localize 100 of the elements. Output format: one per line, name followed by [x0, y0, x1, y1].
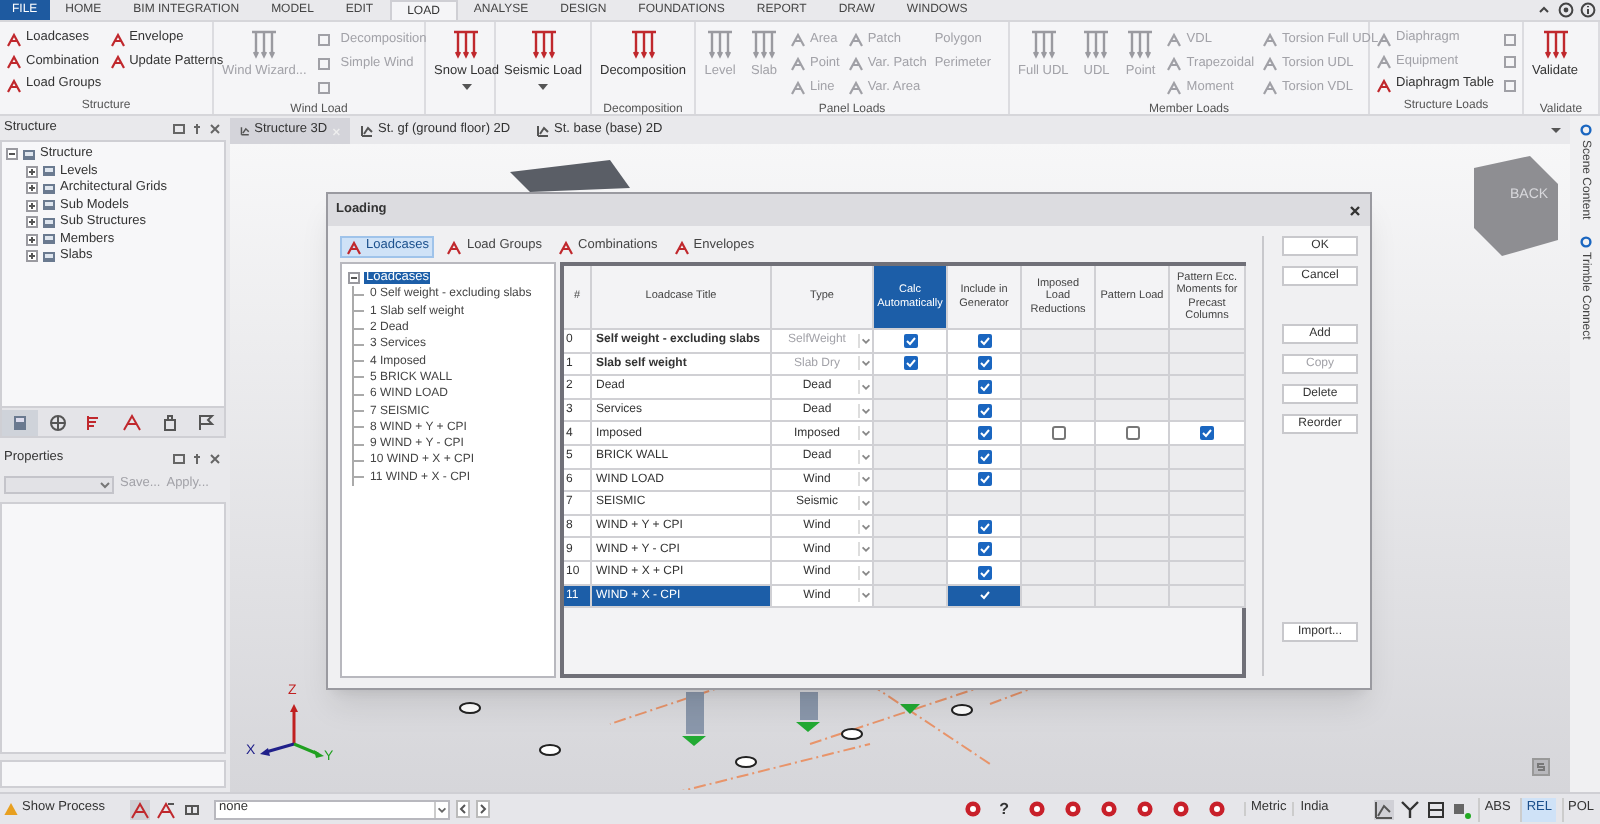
square-icon	[1502, 77, 1519, 94]
frame-icon	[558, 239, 575, 255]
next-icon[interactable]	[475, 800, 490, 818]
table-cell	[1170, 376, 1246, 400]
panel-tab[interactable]	[2, 409, 38, 435]
frame-icon	[121, 412, 142, 432]
previous-icon[interactable]	[455, 800, 470, 818]
expand-icon[interactable]	[26, 182, 38, 195]
arrows-icon	[748, 28, 780, 60]
column-drawing	[682, 692, 706, 746]
chevron-icon	[858, 403, 872, 418]
frame-icon	[847, 80, 864, 96]
chevron-icon	[433, 801, 448, 817]
arrows-icon	[527, 28, 560, 60]
building-icon	[9, 412, 30, 432]
table-cell	[1170, 353, 1246, 377]
collapse-icon[interactable]	[348, 272, 360, 285]
pin-icon[interactable]	[190, 451, 204, 465]
frame-icon	[1166, 80, 1183, 96]
column-drawing	[796, 692, 820, 732]
restore-icon[interactable]	[172, 451, 186, 465]
close-icon[interactable]	[208, 451, 222, 465]
expand-icon[interactable]	[26, 250, 38, 263]
frame-icon	[1166, 32, 1183, 48]
arrows-icon	[248, 28, 281, 60]
ring-icon	[1579, 235, 1591, 248]
expand-icon[interactable]	[26, 165, 38, 178]
frame-icon	[790, 56, 806, 72]
expand-icon[interactable]	[26, 199, 38, 212]
chevron-icon	[858, 519, 872, 534]
support-icon	[900, 704, 920, 714]
chart-icon	[240, 124, 251, 138]
frame-icon	[790, 32, 806, 48]
roof-drawing	[510, 160, 630, 192]
snap-icon[interactable]	[1452, 799, 1473, 819]
arrows-icon	[1539, 28, 1571, 60]
table-cell	[1096, 515, 1170, 539]
checkbox[interactable]	[1051, 426, 1065, 441]
chevron-icon	[858, 449, 872, 464]
square-icon	[1502, 54, 1519, 71]
table-cell	[1170, 515, 1246, 539]
close-icon	[331, 125, 340, 137]
square-icon	[316, 80, 333, 96]
grid-marker	[539, 744, 561, 756]
frame-icon	[847, 56, 864, 72]
help-link[interactable]: ?	[999, 801, 1009, 817]
expand-icon[interactable]	[26, 216, 38, 229]
chevron-icon	[858, 426, 872, 441]
chevron-icon	[98, 477, 112, 491]
collapse-icon[interactable]	[1536, 2, 1552, 18]
help-icon[interactable]	[1558, 2, 1574, 18]
close-icon[interactable]	[1348, 203, 1362, 217]
window-icon[interactable]	[1426, 799, 1447, 819]
pin-icon[interactable]	[190, 121, 204, 135]
arrows-icon	[627, 28, 659, 60]
frame-icon[interactable]	[129, 799, 150, 819]
frame-icon	[673, 239, 690, 255]
node-icon	[22, 147, 36, 162]
table-cell	[1096, 353, 1170, 377]
arrows-icon	[704, 28, 736, 60]
grid-icon[interactable]	[181, 799, 202, 819]
table-cell	[1096, 585, 1170, 609]
frame-icon[interactable]	[155, 799, 176, 819]
frame-icon	[1166, 56, 1183, 72]
chevron-icon	[858, 379, 872, 394]
chevron-icon	[858, 356, 872, 371]
table-cell	[1096, 469, 1170, 493]
table-cell	[1096, 330, 1170, 354]
frame-icon	[6, 77, 22, 94]
frame-icon	[1376, 31, 1392, 48]
frame-icon	[346, 239, 362, 255]
frame-icon	[1262, 32, 1279, 48]
expand-icon[interactable]	[26, 233, 38, 246]
frame-icon	[6, 54, 22, 71]
chevron-icon	[858, 565, 872, 580]
info-icon[interactable]	[1580, 2, 1596, 18]
stop-icon[interactable]	[963, 800, 982, 818]
globe-icon	[47, 412, 67, 432]
chart-icon	[536, 124, 550, 138]
grid-marker	[951, 704, 973, 716]
restore-icon[interactable]	[172, 121, 186, 135]
frame-icon	[1262, 56, 1279, 72]
table-cell	[1170, 561, 1246, 586]
frame-icon	[1376, 77, 1392, 94]
table-cell	[874, 492, 948, 516]
frame-icon	[446, 239, 463, 255]
checkbox[interactable]	[1125, 426, 1139, 441]
chart-icon[interactable]	[1374, 799, 1395, 819]
frame-icon	[109, 54, 126, 71]
flag-icon	[196, 412, 217, 432]
frame-icon	[790, 80, 806, 96]
close-icon[interactable]	[208, 121, 222, 135]
fork-icon[interactable]	[1400, 799, 1421, 819]
chevron-icon	[858, 472, 872, 487]
collapse-icon[interactable]	[6, 148, 18, 161]
frame-icon	[109, 31, 126, 48]
warning-icon	[4, 802, 18, 816]
caret-icon[interactable]	[1550, 124, 1562, 136]
square-icon	[316, 32, 333, 48]
chevron-icon	[858, 495, 872, 510]
